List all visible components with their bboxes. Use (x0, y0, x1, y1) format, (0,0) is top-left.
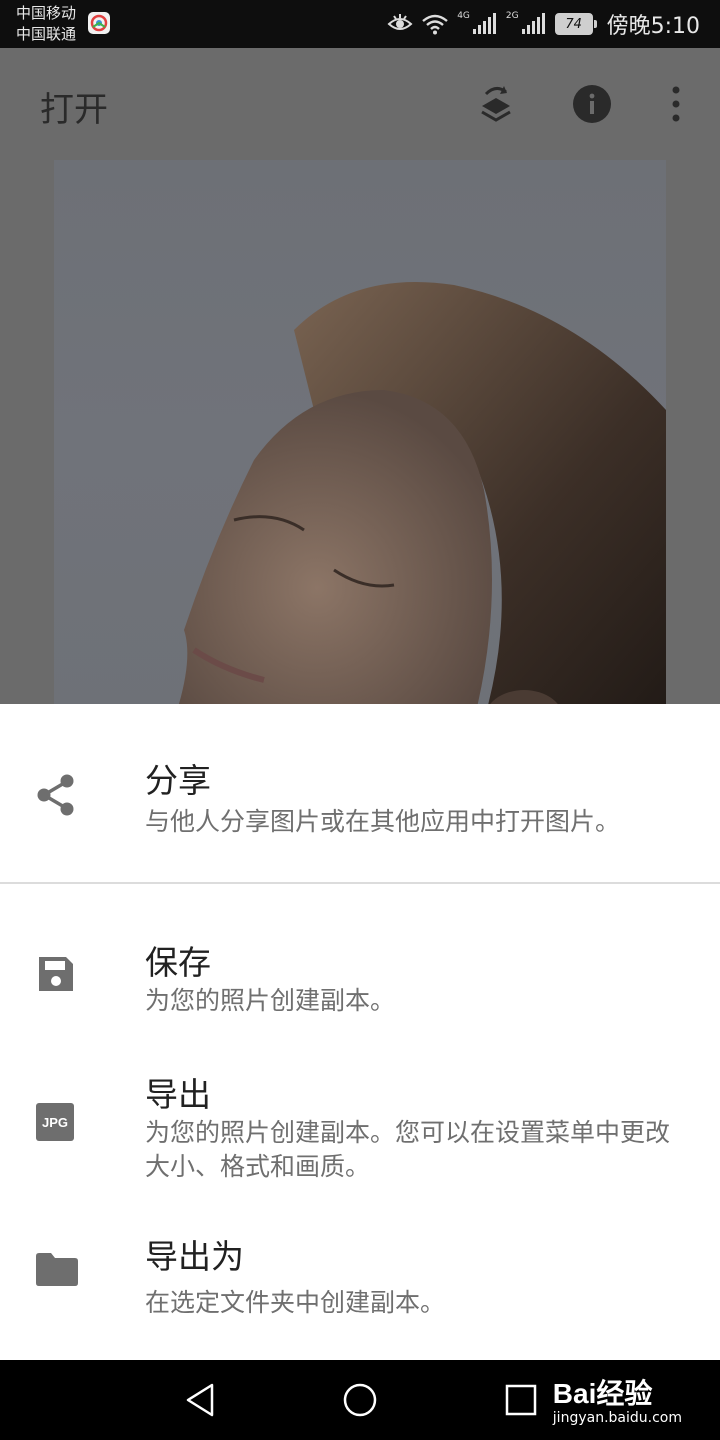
network-label-2: 2G (505, 11, 519, 21)
carrier-2: 中国联通 (16, 25, 77, 43)
battery-level: 74 (565, 16, 582, 32)
folder-icon (36, 1253, 78, 1286)
dimmed-editor-area[interactable]: 打开 (0, 48, 720, 704)
status-icons: 4G 2G 74 傍晚5:10 (387, 8, 700, 40)
status-clock: 傍晚5:10 (606, 14, 700, 39)
wifi-icon (422, 14, 448, 35)
watermark-logo: Bai经验 (552, 1378, 653, 1409)
carrier-info: 中国移动 中国联通 (16, 3, 76, 45)
back-icon[interactable] (184, 1382, 216, 1418)
eye-comfort-icon (387, 14, 413, 30)
edited-photo (54, 160, 666, 704)
baidu-jingyan-watermark: Bai经验 jingyan.baidu.com (553, 1372, 682, 1426)
save-title: 保存 (145, 943, 211, 982)
status-bar: 中国移动 中国联通 4G 2G 74 傍晚5:10 (0, 0, 720, 48)
network-label-1: 4G (457, 11, 470, 21)
save-icon (39, 957, 73, 991)
carrier-1: 中国移动 (16, 4, 77, 22)
home-icon[interactable] (342, 1382, 378, 1418)
system-navigation-bar: Bai经验 jingyan.baidu.com (0, 1360, 720, 1440)
export-as-option[interactable]: 导出为 在选定文件夹中创建副本。 (0, 1210, 720, 1360)
export-as-description: 在选定文件夹中创建副本。 (145, 1288, 446, 1317)
more-vert-icon[interactable] (668, 84, 684, 124)
export-option[interactable]: JPG 导出 为您的照片创建副本。您可以在设置菜单中更改大小、格式和画质。 (0, 1056, 720, 1208)
save-description: 为您的照片创建副本。 (145, 986, 396, 1015)
share-option[interactable]: 分享 与他人分享图片或在其他应用中打开图片。 (0, 704, 720, 882)
signal-icon-2 (521, 13, 545, 34)
photo-woman-portrait (178, 282, 666, 704)
save-option[interactable]: 保存 为您的照片创建副本。 (0, 904, 720, 1054)
signal-icon-1 (472, 13, 496, 34)
sheet-divider (0, 882, 720, 884)
share-title: 分享 (145, 761, 211, 800)
battery-indicator: 74 (554, 13, 597, 35)
watermark-url: jingyan.baidu.com (552, 1410, 682, 1426)
export-title: 导出 (145, 1075, 211, 1114)
export-bottom-sheet: 分享 与他人分享图片或在其他应用中打开图片。 保存 为您的照片创建副本。 JPG… (0, 704, 720, 1360)
share-icon (37, 774, 74, 816)
jpg-icon: JPG (36, 1103, 74, 1141)
jpg-icon-text: JPG (42, 1115, 68, 1130)
share-description: 与他人分享图片或在其他应用中打开图片。 (145, 807, 621, 836)
export-description: 为您的照片创建副本。您可以在设置菜单中更改大小、格式和画质。 (145, 1118, 671, 1181)
notification-app-icon (88, 12, 110, 34)
recents-icon[interactable] (505, 1382, 537, 1418)
info-icon[interactable] (572, 84, 612, 124)
layers-swap-icon[interactable] (476, 84, 516, 126)
open-title[interactable]: 打开 (40, 82, 108, 131)
export-as-title: 导出为 (145, 1237, 244, 1276)
